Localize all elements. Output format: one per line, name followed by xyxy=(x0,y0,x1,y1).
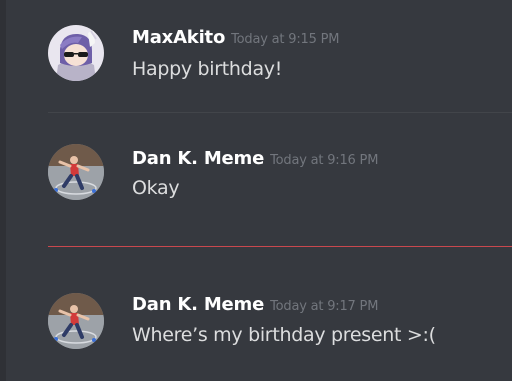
timestamp[interactable]: Today at 9:15 PM xyxy=(231,32,339,47)
dancer-avatar-icon xyxy=(48,293,104,349)
timestamp[interactable]: Today at 9:16 PM xyxy=(270,153,378,168)
dancer-avatar-icon xyxy=(48,144,104,200)
message-text: Where’s my birthday present >:( xyxy=(132,324,436,346)
avatar[interactable] xyxy=(48,144,104,200)
message-group: Dan K. Meme Today at 9:16 PM Okay xyxy=(0,113,512,246)
avatar[interactable] xyxy=(48,293,104,349)
message-group: MaxAkito Today at 9:15 PM Happy birthday! xyxy=(0,0,512,112)
message-text: Happy birthday! xyxy=(132,58,283,80)
chat-message-list: MaxAkito Today at 9:15 PM Happy birthday!… xyxy=(0,0,512,381)
username[interactable]: Dan K. Meme xyxy=(132,148,264,169)
timestamp[interactable]: Today at 9:17 PM xyxy=(270,299,378,314)
username[interactable]: MaxAkito xyxy=(132,27,225,48)
message-header: MaxAkito Today at 9:15 PM xyxy=(132,27,339,48)
message-group: Dan K. Meme Today at 9:17 PM Where’s my b… xyxy=(0,247,512,381)
username[interactable]: Dan K. Meme xyxy=(132,294,264,315)
message-header: Dan K. Meme Today at 9:17 PM xyxy=(132,294,378,315)
message-header: Dan K. Meme Today at 9:16 PM xyxy=(132,148,378,169)
anime-avatar-icon xyxy=(48,25,104,81)
message-text: Okay xyxy=(132,177,180,199)
avatar[interactable] xyxy=(48,25,104,81)
